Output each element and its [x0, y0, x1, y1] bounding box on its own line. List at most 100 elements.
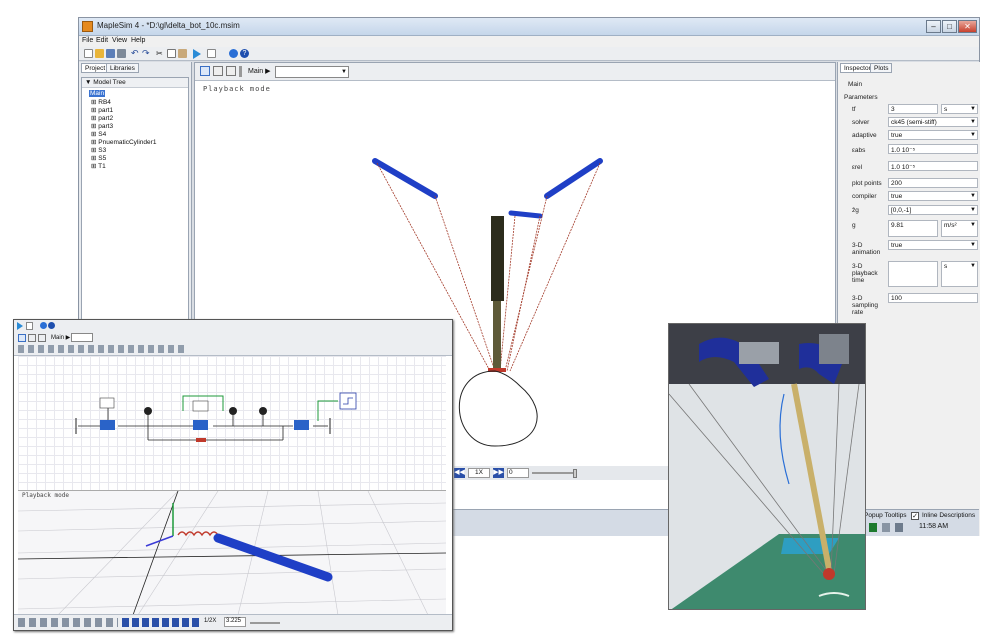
param-solver-select[interactable]: ck45 (semi-stiff) ▼	[888, 117, 978, 127]
param-3d-playback-time-unit-select[interactable]: s ▼	[941, 261, 978, 287]
forward-button[interactable]: ▶▶	[493, 468, 504, 478]
tree-item-t1[interactable]: ⊞ T1	[91, 162, 106, 170]
save-icon[interactable]	[106, 49, 115, 58]
param-adaptive-select[interactable]: true ▼	[888, 130, 978, 140]
param-plot-points-input[interactable]: 200	[888, 178, 978, 188]
inset-subsystem-dropdown[interactable]	[71, 333, 93, 342]
chat-icon[interactable]	[229, 49, 238, 58]
menu-edit[interactable]: Edit	[96, 37, 108, 44]
inset-playback-buttons[interactable]	[122, 618, 202, 627]
cut-icon[interactable]: ✂	[156, 49, 165, 58]
inset-playback-time[interactable]: 3.225	[224, 617, 246, 627]
param-tf-input[interactable]: 3	[888, 104, 938, 114]
close-button[interactable]: ✕	[958, 20, 977, 33]
param-compiler-select[interactable]: true ▼	[888, 191, 978, 201]
diagram-block-joint[interactable]	[294, 420, 309, 430]
window-title: MapleSim 4 - *D:\gl\delta_bot_10c.msim	[97, 21, 240, 30]
param-tf-unit-select[interactable]: s ▼	[941, 104, 978, 114]
undo-icon[interactable]: ↶	[131, 49, 140, 58]
maximize-button[interactable]: □	[942, 20, 957, 33]
drawing-tools-toolbar[interactable]	[18, 345, 188, 353]
diagram-block-spring[interactable]	[196, 438, 206, 442]
tray-network-icon[interactable]	[882, 523, 890, 532]
diagram-sensor-2[interactable]	[229, 407, 237, 415]
param-label-solver: solver	[852, 119, 870, 126]
tree-item-s5[interactable]: ⊞ S5	[91, 154, 106, 162]
view-tools-toolbar[interactable]	[18, 618, 118, 627]
diagram-sensor-1[interactable]	[144, 407, 152, 415]
playback-slider[interactable]	[532, 472, 576, 474]
tab-plots[interactable]: Plots	[870, 63, 893, 73]
run-simulation-icon[interactable]	[193, 49, 201, 59]
clock[interactable]: 11:58 AM	[919, 523, 948, 530]
split-view-icon[interactable]	[38, 334, 46, 342]
tray-app-icon[interactable]	[869, 523, 877, 532]
diagram-block-rigid-body[interactable]	[100, 420, 115, 430]
playback-time[interactable]: 0	[507, 468, 529, 478]
popup-tooltips-option[interactable]: Popup Tooltips	[864, 512, 907, 519]
redo-icon[interactable]: ↷	[142, 49, 151, 58]
new-file-icon[interactable]	[84, 49, 93, 58]
tab-project[interactable]: Project	[81, 63, 110, 73]
help-icon[interactable]	[48, 322, 55, 329]
trajectory-path	[458, 370, 538, 447]
param-g-input[interactable]: 9.81	[888, 220, 938, 237]
param-eps-abs-input[interactable]: 1.0 10⁻⁵	[888, 144, 978, 154]
tree-item-s4[interactable]: ⊞ S4	[91, 130, 106, 138]
tree-item-part1[interactable]: ⊞ part1	[91, 106, 113, 114]
open-folder-icon[interactable]	[95, 49, 104, 58]
tab-libraries[interactable]: Libraries	[106, 63, 139, 73]
center-toolbar: Main ▶ ▼	[195, 63, 835, 81]
inset-playback-speed[interactable]: 1/2X	[204, 618, 216, 624]
tray-volume-icon[interactable]	[895, 523, 903, 532]
inset-3d-scene	[18, 491, 446, 615]
tree-item-main[interactable]: Main	[89, 90, 106, 97]
menu-view[interactable]: View	[112, 37, 127, 44]
param-3d-playback-time-input[interactable]	[888, 261, 938, 287]
inset-playback-slider[interactable]	[250, 622, 280, 624]
minimize-button[interactable]: –	[926, 20, 941, 33]
playback-slider-handle[interactable]	[573, 469, 577, 478]
help-icon[interactable]: ?	[240, 49, 249, 58]
split-view-icon[interactable]	[226, 66, 236, 76]
param-eps-rel-input[interactable]: 1.0 10⁻⁵	[888, 161, 978, 171]
breadcrumb[interactable]: Main ▶	[248, 67, 271, 75]
grid-view-icon[interactable]	[28, 334, 36, 342]
robot-arm-right	[544, 158, 603, 199]
checklist-icon[interactable]	[207, 49, 216, 58]
tree-item-part3[interactable]: ⊞ part3	[91, 122, 113, 130]
run-simulation-icon[interactable]	[17, 322, 23, 330]
diagram-view-icon[interactable]	[18, 334, 26, 342]
inline-descriptions-checkbox[interactable]: ✓	[911, 512, 919, 520]
tree-item-pneumatic-cylinder[interactable]: ⊞ PnuematicCylinder1	[91, 138, 156, 146]
param-zg-select[interactable]: [0,0,-1] ▼	[888, 205, 978, 215]
model-diagram[interactable]	[18, 356, 446, 490]
checklist-icon[interactable]	[26, 322, 33, 330]
menu-help[interactable]: Help	[131, 37, 145, 44]
diagram-view-icon[interactable]	[200, 66, 210, 76]
inset-breadcrumb[interactable]: Main ▶	[51, 334, 70, 341]
grid-view-icon[interactable]	[213, 66, 223, 76]
copy-icon[interactable]	[167, 49, 176, 58]
diagram-block-controller[interactable]	[192, 400, 209, 412]
param-g-unit-select[interactable]: m/s² ▼	[941, 220, 978, 237]
param-3d-animation-select[interactable]: true ▼	[888, 240, 978, 250]
chat-icon[interactable]	[40, 322, 47, 329]
diagram-sensor-3[interactable]	[259, 407, 267, 415]
subsystem-dropdown[interactable]: ▼	[275, 66, 349, 78]
param-label-3d-playback-time: 3-D playback time	[852, 263, 878, 284]
playback-speed[interactable]: 1X	[468, 468, 490, 478]
diagram-block-mass[interactable]	[99, 397, 115, 409]
tree-item-part2[interactable]: ⊞ part2	[91, 114, 113, 122]
model-tree-header[interactable]: ▼ Model Tree	[82, 78, 188, 88]
attach-icon[interactable]	[117, 49, 126, 58]
param-3d-sampling-rate-input[interactable]: 100	[888, 293, 978, 303]
inset-maplesim-window: Main ▶ Playback mode 1/2X 3.225	[13, 319, 453, 631]
diagram-block-prismatic[interactable]	[193, 420, 208, 430]
menu-file[interactable]: File	[82, 37, 93, 44]
paste-icon[interactable]	[178, 49, 187, 58]
rewind-button[interactable]: ◀◀	[454, 468, 465, 478]
tree-item-rb4[interactable]: ⊞ RB4	[91, 98, 111, 106]
tree-item-s3[interactable]: ⊞ S3	[91, 146, 106, 154]
inset-3d-view[interactable]: Playback mode	[18, 490, 446, 615]
